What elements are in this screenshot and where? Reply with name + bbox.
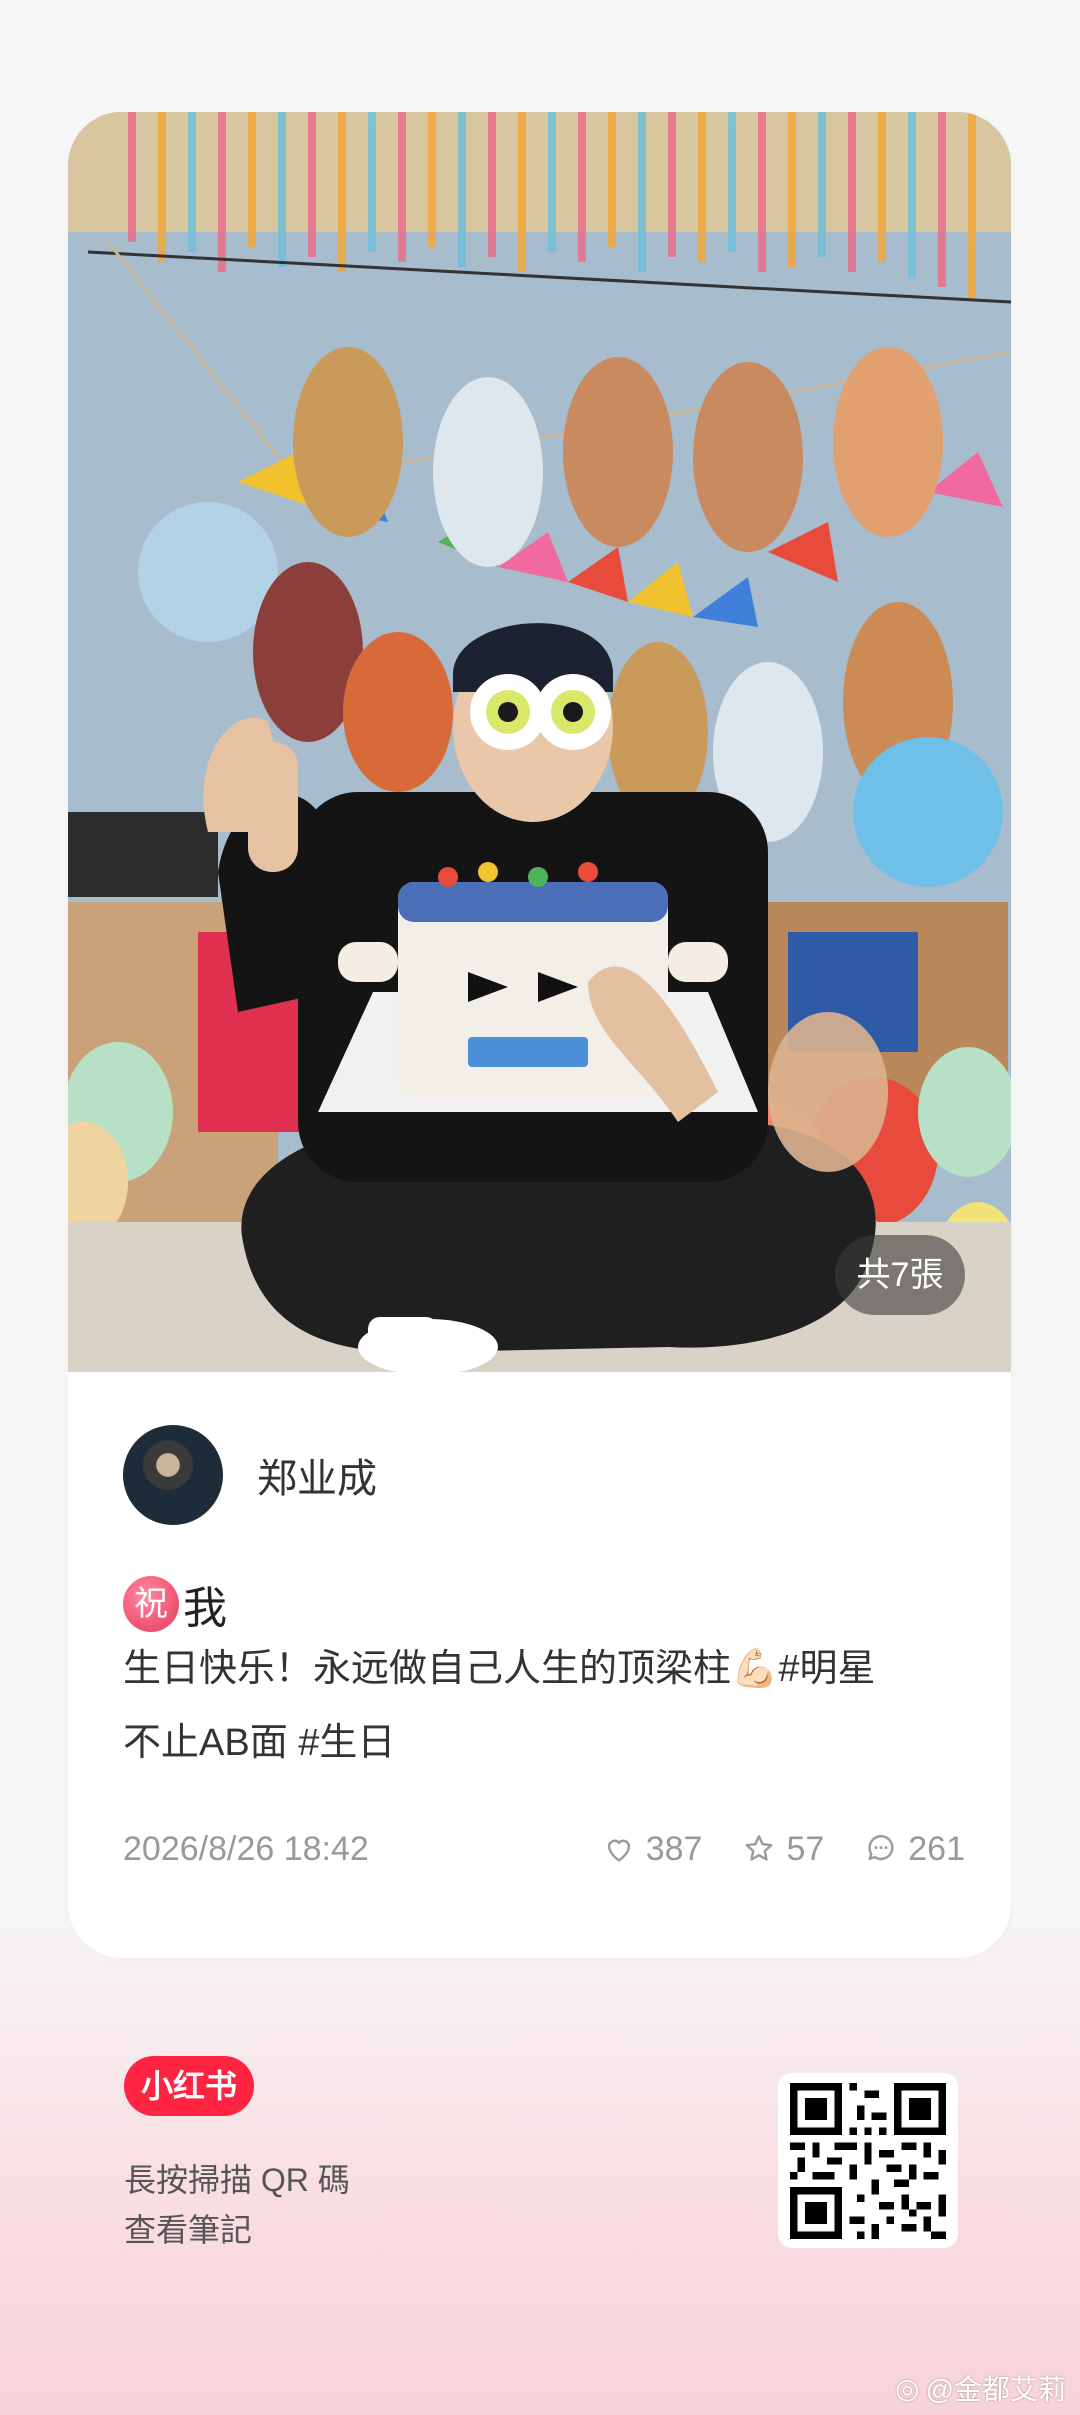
title-text: 我 <box>183 1584 227 1633</box>
like-button[interactable]: 387 <box>602 1824 703 1874</box>
author-row[interactable]: 郑业成 <box>123 1425 377 1525</box>
star-icon <box>746 1835 773 1861</box>
scan-hint-line2: 查看筆記 <box>124 2212 253 2248</box>
qr-code[interactable] <box>778 2073 958 2248</box>
post-body-line1: 生日快乐！永远做自己人生的顶梁柱 <box>123 1648 732 1690</box>
post-stats: 387 57 261 <box>602 1824 965 1874</box>
title-badge: 祝 <box>123 1576 179 1632</box>
qr-code-image <box>790 2083 946 2239</box>
post-photo-image <box>68 112 1011 1372</box>
hashtag-star[interactable]: #明星 <box>778 1648 875 1690</box>
post-title: 祝 我 <box>123 1572 227 1636</box>
post-meta: 2026/8/26 18:42 387 57 261 <box>123 1824 965 1874</box>
comment-button[interactable]: 261 <box>864 1824 965 1874</box>
post-body-line2[interactable]: 不止AB面 #生日 <box>123 1722 395 1764</box>
collect-count: 57 <box>786 1830 825 1868</box>
post-body: 生日快乐！永远做自己人生的顶梁柱💪🏻#明星 不止AB面 #生日 <box>123 1632 963 1780</box>
scan-hint-line1: 長按掃描 QR 碼 <box>124 2162 350 2198</box>
comment-count: 261 <box>908 1830 965 1868</box>
collect-button[interactable]: 57 <box>742 1824 824 1874</box>
xiaohongshu-logo: 小红书 <box>124 2056 254 2116</box>
watermark: ◎ @金都艾莉 <box>895 2368 1066 2408</box>
watermark-text: @金都艾莉 <box>925 2374 1066 2405</box>
heart-icon <box>607 1839 630 1862</box>
photo-count-badge: 共7張 <box>835 1235 965 1315</box>
comment-bubble-icon <box>868 1835 894 1861</box>
like-count: 387 <box>645 1830 703 1868</box>
post-timestamp: 2026/8/26 18:42 <box>123 1830 369 1868</box>
post-photo[interactable]: 共7張 <box>68 112 1011 1372</box>
author-name[interactable]: 郑业成 <box>257 1446 377 1504</box>
muscle-emoji: 💪🏻 <box>731 1648 779 1690</box>
avatar[interactable] <box>123 1425 223 1525</box>
post-card[interactable]: 共7張 郑业成 祝 我 生日快乐！永远做自己人生的顶梁柱💪🏻#明星 不止AB面 … <box>68 112 1011 1958</box>
weibo-icon: ◎ <box>895 2372 920 2404</box>
